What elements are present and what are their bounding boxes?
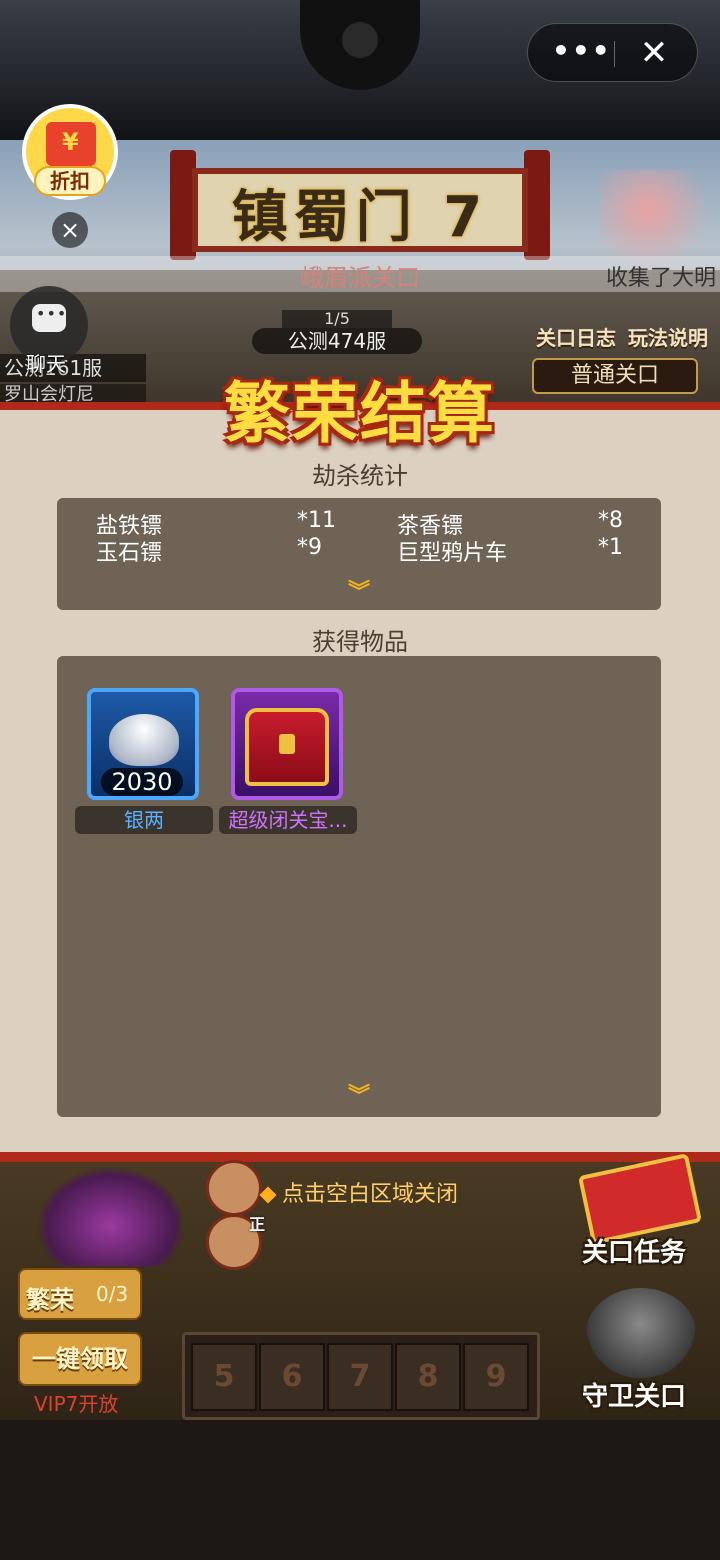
knight-helmet-icon[interactable]	[586, 1288, 696, 1378]
chest-shape	[245, 708, 329, 786]
kill-count: *9	[297, 535, 322, 560]
discount-close-button[interactable]: ×	[52, 212, 88, 248]
discount-button[interactable]: 折扣	[22, 104, 118, 200]
red-envelope-icon	[46, 122, 96, 166]
kill-name: 玉石镖	[96, 541, 163, 566]
discount-label: 折扣	[34, 166, 106, 196]
chat-label: 聊天	[26, 352, 66, 376]
prosperity-button[interactable]: 繁荣 0/3	[18, 1268, 142, 1320]
general-tag: 正	[248, 1215, 265, 1234]
chat-icon	[32, 304, 67, 332]
news-ticker: 收集了大明	[0, 256, 720, 292]
expand-chevron-icon[interactable]: ︾	[342, 582, 376, 606]
kill-stats-box: 盐铁镖 *11 茶香镖 *8 玉石镖 *9 巨型鸦片车 *1 ︾	[57, 498, 661, 610]
vehicle-icon	[36, 1166, 186, 1266]
treasure-chest-icon	[231, 688, 343, 800]
close-x-icon[interactable]: ✕	[632, 32, 676, 76]
item-name: 银两	[75, 806, 213, 834]
capsule-divider	[614, 41, 615, 67]
kill-stats-title: 劫杀统计	[312, 462, 408, 490]
items-box: 2030 银两 超级闭关宝... ︾	[57, 656, 661, 1117]
kill-name: 巨型鸦片车	[397, 541, 508, 566]
item-name: 超级闭关宝...	[219, 806, 357, 834]
server-label: 公测474服	[252, 328, 422, 354]
stage-slot[interactable]: 8	[395, 1343, 461, 1411]
item-count: 2030	[101, 768, 183, 796]
kill-count: *11	[297, 508, 336, 533]
silver-ingot-shape	[109, 714, 179, 766]
close-hint-text: 点击空白区域关闭	[282, 1182, 459, 1207]
blossom-decoration	[600, 170, 720, 270]
stage-title: 镇蜀门 7	[231, 185, 489, 250]
general-avatar[interactable]	[206, 1160, 262, 1216]
left-server-label: 公测161服	[0, 354, 146, 382]
stage-slot[interactable]: 7	[327, 1343, 393, 1411]
stage-task-button[interactable]: 关口任务	[582, 1232, 686, 1269]
mini-program-capsule: ••• ✕	[527, 23, 698, 82]
kill-count: *1	[598, 535, 623, 560]
prosperity-count: 0/3	[96, 1282, 129, 1306]
page-indicator: 1/5	[282, 310, 392, 328]
stage-log-button[interactable]: 关口日志	[536, 322, 616, 351]
game-screen: 镇蜀门 7 峨眉派关口 收集了大明 1/5 公测474服 公测161服 罗山会灯…	[0, 0, 720, 1560]
stage-slot[interactable]: 5	[191, 1343, 257, 1411]
result-title: 繁荣结算	[224, 375, 496, 452]
stage-slots: 5 6 7 8 9	[182, 1332, 540, 1420]
items-title: 获得物品	[312, 628, 408, 656]
one-click-claim-button[interactable]: 一键领取	[18, 1332, 142, 1386]
stage-banner: 镇蜀门 7	[170, 150, 550, 260]
bottom-dark-area	[0, 1420, 720, 1560]
vip-unlock-text: VIP7开放	[34, 1392, 119, 1416]
panel-bottom-border	[0, 1152, 720, 1162]
close-hint[interactable]: 点击空白区域关闭	[259, 1176, 459, 1208]
rules-button[interactable]: 玩法说明	[628, 322, 708, 351]
prosperity-label: 繁荣	[26, 1286, 74, 1314]
more-dots-icon[interactable]: •••	[552, 37, 612, 68]
ticker-text: 收集了大明	[605, 266, 716, 291]
general-avatar[interactable]: 正	[206, 1214, 265, 1270]
diamond-icon	[259, 1186, 277, 1204]
stage-slot[interactable]: 6	[259, 1343, 325, 1411]
result-panel: 劫杀统计 盐铁镖 *11 茶香镖 *8 玉石镖 *9 巨型鸦片车 *1 ︾ 获得…	[0, 410, 720, 1152]
expand-chevron-icon[interactable]: ︾	[342, 1086, 376, 1110]
guard-stage-button[interactable]: 守卫关口	[582, 1376, 686, 1413]
kill-count: *8	[598, 508, 623, 533]
stage-slot[interactable]: 9	[463, 1343, 529, 1411]
